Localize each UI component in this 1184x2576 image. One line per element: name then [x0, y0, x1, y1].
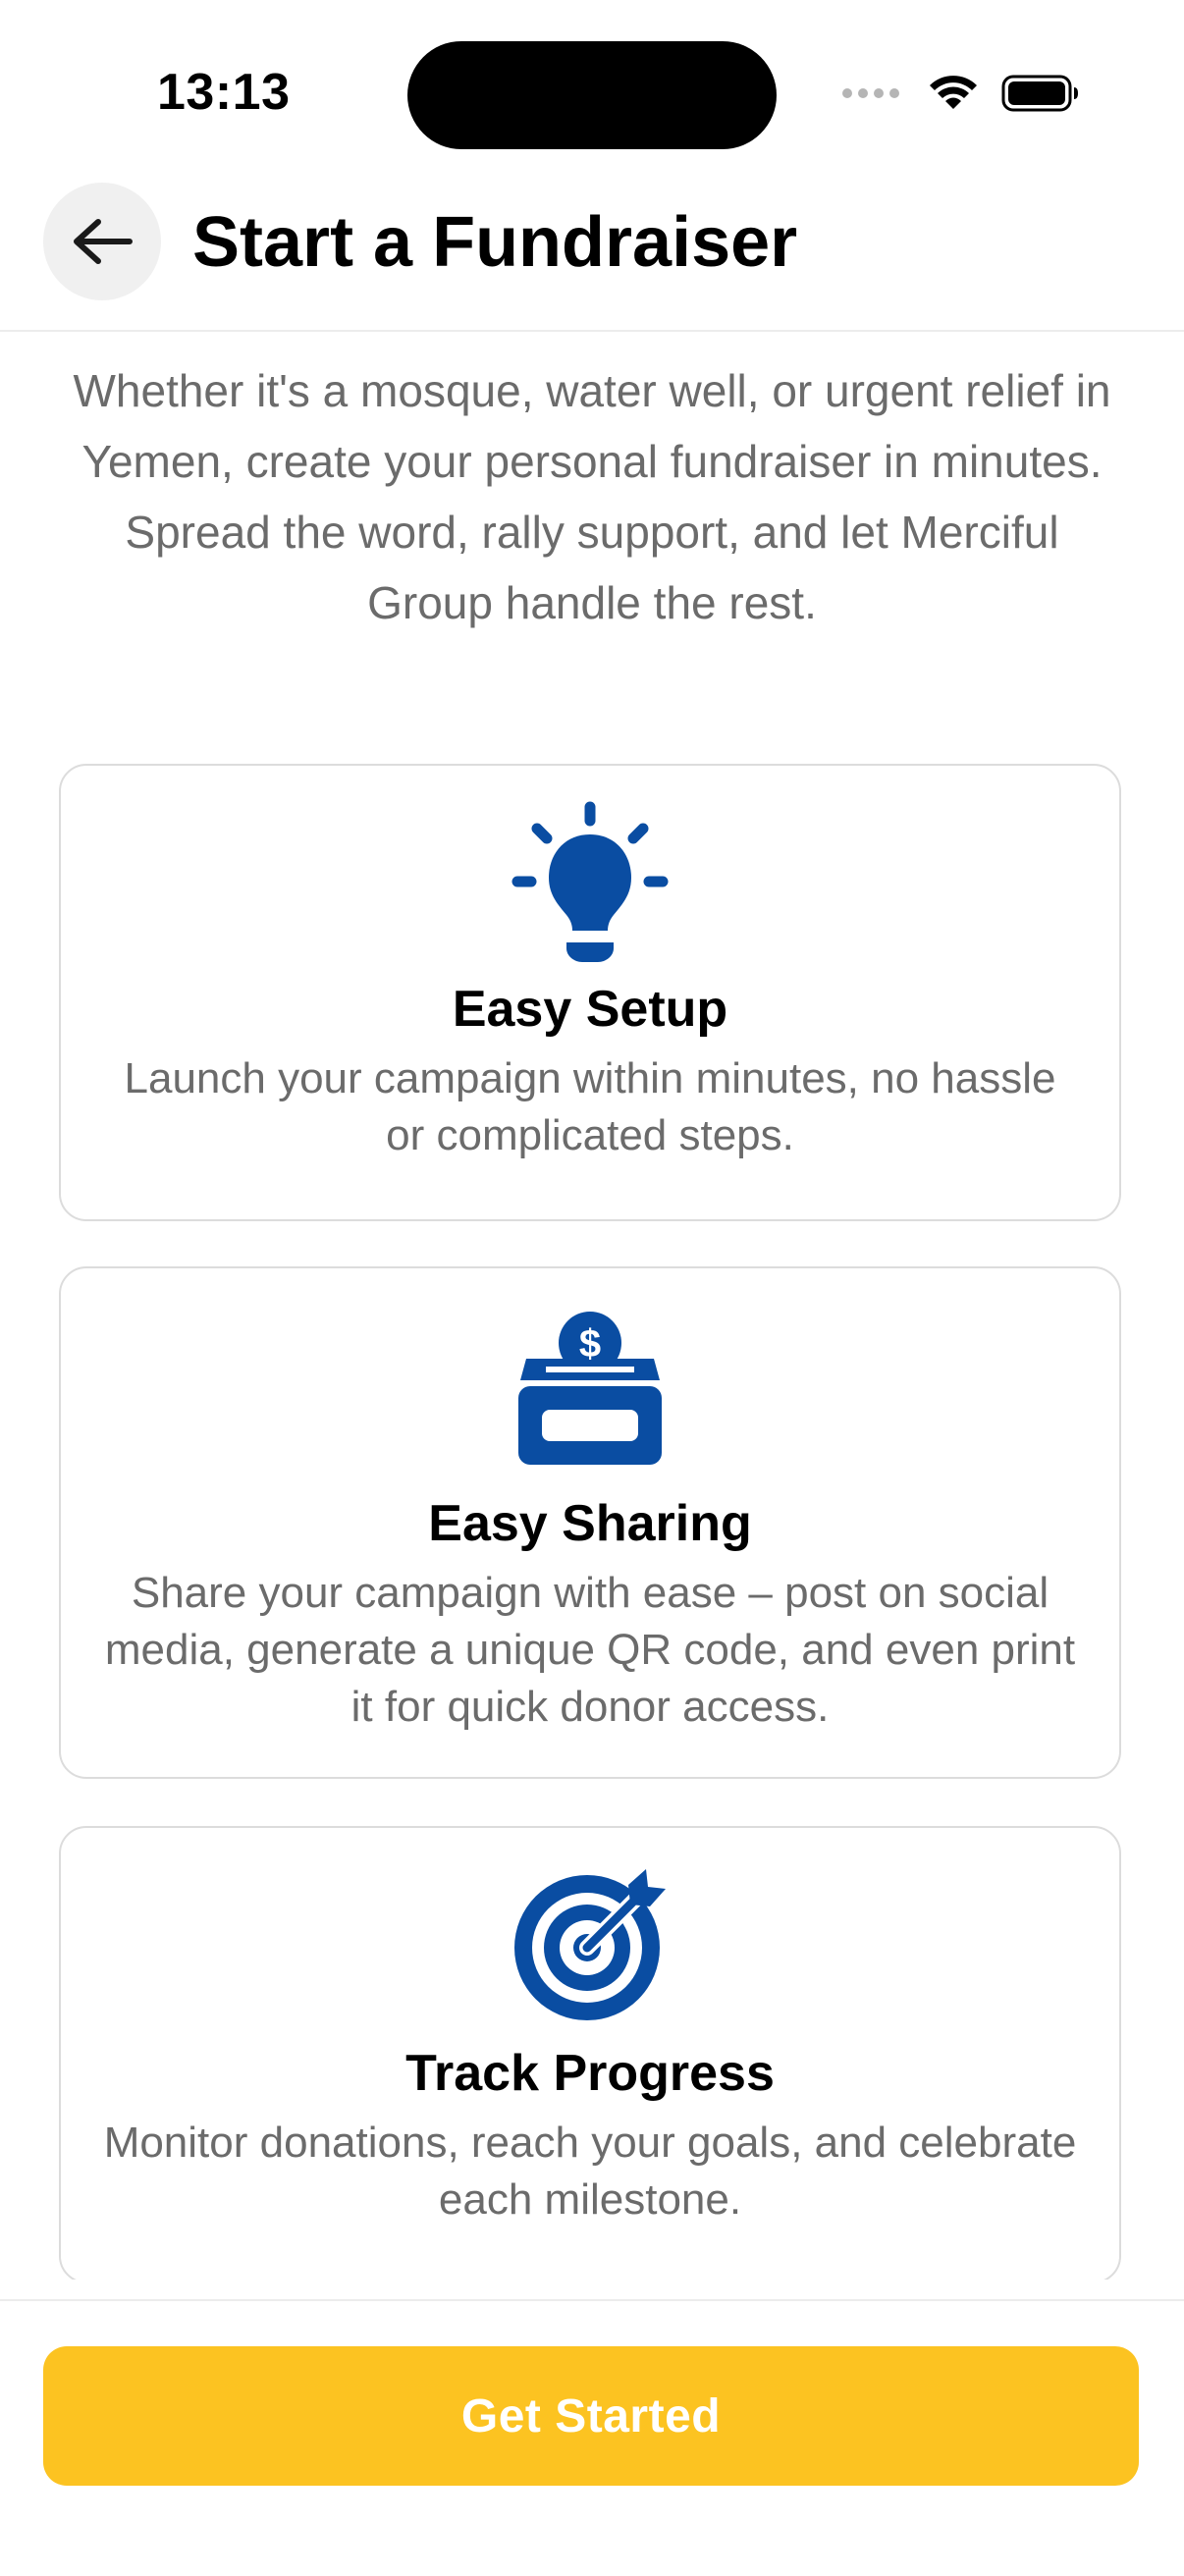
content-scroll-area[interactable]: Whether it's a mosque, water well, or ur…	[0, 332, 1184, 2280]
donation-box-icon: $	[518, 1312, 662, 1465]
feature-title: Track Progress	[405, 2045, 775, 2102]
status-time: 13:13	[157, 64, 291, 121]
target-icon	[514, 1869, 666, 2020]
cellular-signal-icon	[842, 88, 899, 98]
footer: Get Started	[0, 2299, 1184, 2576]
battery-icon	[1001, 75, 1078, 112]
feature-card-easy-setup: Easy Setup Launch your campaign within m…	[59, 764, 1121, 1221]
lightbulb-icon	[511, 801, 669, 962]
dynamic-island	[407, 41, 777, 149]
feature-description: Launch your campaign within minutes, no …	[124, 1054, 1056, 1159]
feature-title: Easy Sharing	[428, 1495, 752, 1552]
status-bar: 13:13	[0, 0, 1184, 177]
get-started-button[interactable]: Get Started	[43, 2346, 1139, 2486]
arrow-left-icon	[74, 219, 133, 264]
feature-description: Share your campaign with ease – post on …	[104, 1569, 1076, 1731]
feature-card-track-progress: Track Progress Monitor donations, reach …	[59, 1826, 1121, 2280]
page-title: Start a Fundraiser	[192, 203, 798, 282]
header: Start a Fundraiser	[0, 177, 1184, 332]
intro-text: Whether it's a mosque, water well, or ur…	[73, 365, 1111, 628]
back-button[interactable]	[43, 183, 161, 300]
status-icons	[842, 69, 1080, 118]
wifi-icon	[930, 76, 977, 109]
feature-card-easy-sharing: $ Easy Sharing Share your campaign with …	[59, 1266, 1121, 1779]
feature-title: Easy Setup	[452, 981, 728, 1038]
svg-text:$: $	[579, 1322, 601, 1366]
feature-description: Monitor donations, reach your goals, and…	[103, 2119, 1077, 2224]
